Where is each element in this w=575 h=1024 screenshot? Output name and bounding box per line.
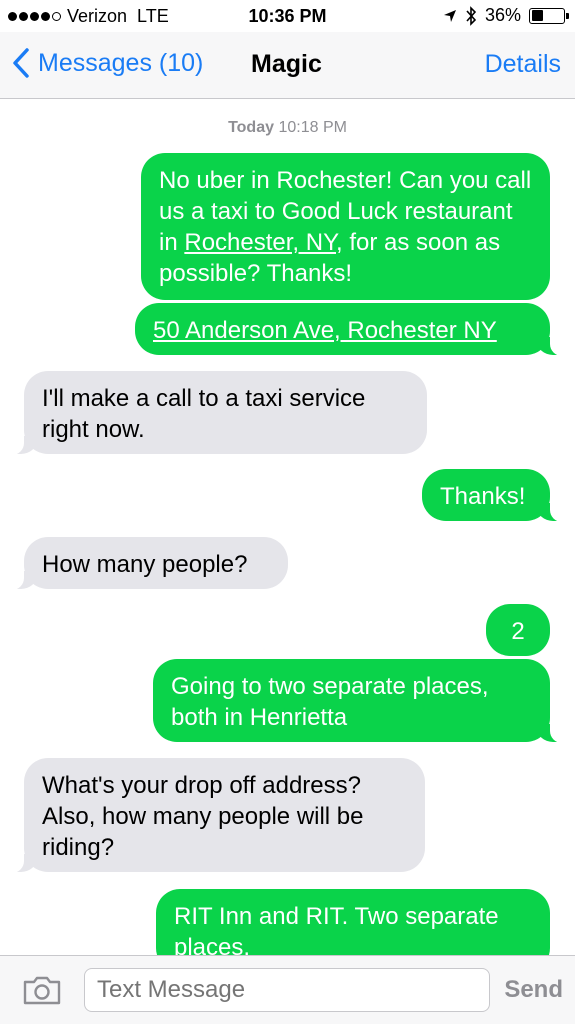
chevron-left-icon bbox=[13, 48, 29, 78]
message-bubble-outgoing[interactable]: Thanks! bbox=[422, 469, 566, 522]
battery-percent: 36% bbox=[484, 5, 521, 25]
message-input[interactable] bbox=[84, 968, 490, 1012]
thread-timestamp: Today 10:18 PM bbox=[0, 119, 575, 137]
back-button-label: Messages (10) bbox=[38, 48, 204, 77]
message-bubble-outgoing[interactable]: RIT Inn and RIT. Two separate places. bbox=[156, 889, 550, 955]
message-bubble-outgoing[interactable]: 50 Anderson Ave, Rochester NY bbox=[135, 303, 566, 356]
details-button[interactable]: Details bbox=[485, 50, 561, 79]
message-text: 2 bbox=[511, 618, 525, 645]
back-button[interactable]: Messages (10) bbox=[12, 48, 203, 78]
bluetooth-icon bbox=[466, 5, 477, 26]
message-bubble-outgoing[interactable]: No uber in Rochester! Can you call us a … bbox=[141, 153, 550, 300]
camera-button[interactable] bbox=[22, 974, 62, 1006]
battery-icon bbox=[529, 7, 569, 24]
message-text: Going to two separate places, both in He… bbox=[171, 673, 489, 731]
send-button[interactable]: Send bbox=[504, 976, 563, 1004]
message-text: What's your drop off address? Also, how … bbox=[42, 772, 364, 861]
status-right: 36% bbox=[443, 5, 569, 26]
message-bubble-outgoing[interactable]: Going to two separate places, both in He… bbox=[153, 659, 566, 743]
message-text: How many people? bbox=[42, 551, 248, 578]
message-text: RIT Inn and RIT. Two separate places. bbox=[174, 903, 499, 955]
message-composer: Send bbox=[0, 955, 575, 1024]
message-text: Thanks! bbox=[440, 483, 526, 510]
navigation-bar: Messages (10) Magic Details bbox=[0, 32, 575, 99]
timestamp-day: Today bbox=[228, 119, 274, 136]
conversation-title: Magic bbox=[251, 50, 322, 78]
location-arrow-icon bbox=[443, 9, 456, 22]
timestamp-time: 10:18 PM bbox=[278, 119, 347, 136]
battery-level-fill bbox=[531, 10, 543, 21]
message-bubble-incoming[interactable]: How many people? bbox=[8, 537, 288, 590]
message-bubble-outgoing[interactable]: 2 bbox=[486, 604, 550, 656]
message-bubble-incoming[interactable]: I'll make a call to a taxi service right… bbox=[8, 371, 427, 455]
address-link[interactable]: Rochester, NY bbox=[184, 229, 336, 256]
message-bubble-incoming[interactable]: What's your drop off address? Also, how … bbox=[8, 758, 425, 873]
message-text: I'll make a call to a taxi service right… bbox=[42, 385, 366, 443]
message-thread[interactable]: Today 10:18 PM No uber in Rochester! Can… bbox=[0, 99, 575, 955]
address-link[interactable]: 50 Anderson Ave, Rochester NY bbox=[153, 317, 497, 344]
camera-icon bbox=[23, 976, 61, 1005]
status-bar: Verizon LTE 10:36 PM 36% bbox=[0, 0, 575, 32]
